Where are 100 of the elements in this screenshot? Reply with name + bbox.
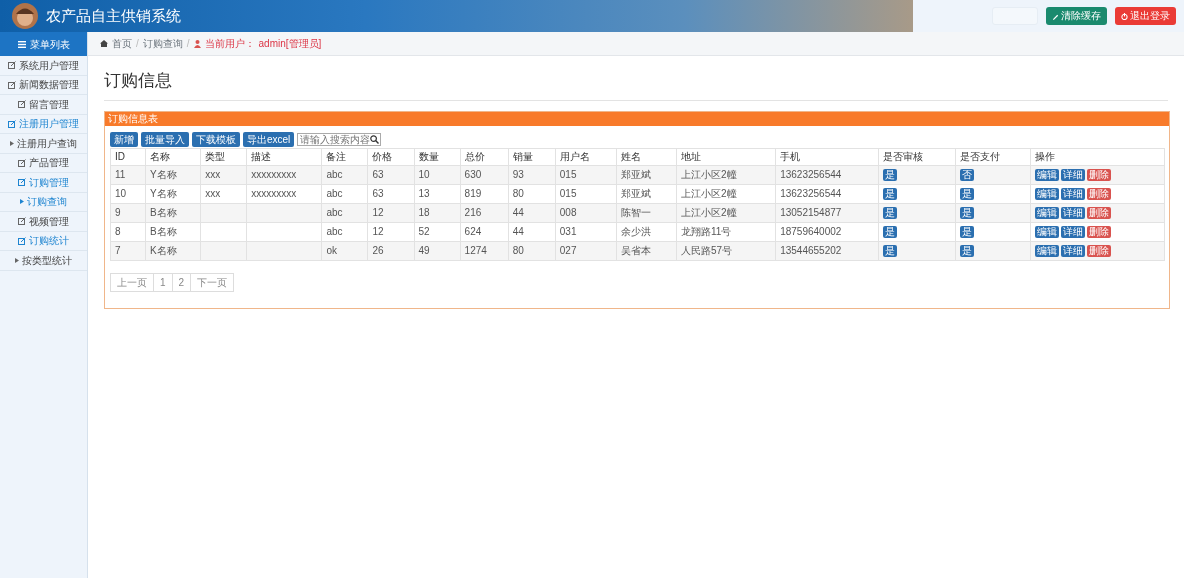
status-button[interactable]: 是	[883, 245, 898, 257]
sidebar-item[interactable]: 注册用户管理	[0, 114, 87, 134]
table-cell: 027	[559, 245, 577, 256]
edit-icon	[18, 100, 26, 109]
column-header: 是否支付	[955, 148, 1031, 165]
column-header: 价格	[367, 148, 415, 165]
detail-button[interactable]: 详细	[1060, 169, 1085, 181]
clear-cache-button[interactable]: 清除缓存	[1046, 7, 1107, 25]
power-icon	[1121, 12, 1128, 20]
search-field[interactable]: 请输入搜索内容	[297, 132, 382, 146]
table-cell: xxxxxxxxx	[251, 169, 297, 180]
table-cell: 郑亚斌	[620, 188, 651, 199]
sidebar-item[interactable]: 注册用户查询	[0, 134, 87, 154]
column-header: 备注	[321, 148, 368, 165]
home-icon	[100, 40, 108, 47]
detail-button[interactable]: 详细	[1060, 207, 1085, 219]
status-button[interactable]: 是	[959, 226, 974, 238]
column-header: 销量	[508, 148, 556, 165]
table-cell: 12	[372, 207, 384, 218]
sidebar-item[interactable]: 新闻数据管理	[0, 75, 87, 95]
table-cell: abc	[326, 207, 343, 218]
breadcrumb-link[interactable]: 首页	[112, 36, 132, 51]
table-cell: 上江小区2幢	[681, 207, 737, 218]
status-button[interactable]: 是	[959, 245, 974, 257]
edit-icon	[8, 80, 16, 89]
column-header: 姓名	[616, 148, 677, 165]
table-cell: 10	[115, 188, 127, 199]
sidebar-item[interactable]: 留言管理	[0, 95, 87, 115]
column-header: 是否审核	[878, 148, 955, 165]
table-cell: 上江小区2幢	[681, 188, 737, 199]
sidebar-item[interactable]: 视频管理	[0, 212, 87, 232]
toolbar-button[interactable]: 新增	[110, 131, 138, 147]
menu-title: 菜单列表	[29, 37, 70, 52]
table-cell: 015	[559, 169, 577, 180]
edit-button[interactable]: 编辑	[1034, 169, 1059, 181]
pagination-link[interactable]: 上一页	[110, 272, 154, 292]
edit-button[interactable]: 编辑	[1034, 245, 1059, 257]
sidebar-item[interactable]: 按类型统计	[0, 251, 87, 271]
panel-title: 订购信息表	[105, 111, 1169, 126]
column-header: 数量	[414, 148, 461, 165]
column-header: 地址	[676, 148, 776, 165]
status-button[interactable]: 是	[883, 169, 898, 181]
app-title: 农产品自主供销系统	[46, 5, 181, 26]
table-cell: 上江小区2幢	[681, 169, 737, 180]
table-cell: 13	[418, 188, 430, 199]
pagination-link[interactable]: 下一页	[190, 272, 235, 292]
table-cell: abc	[326, 169, 343, 180]
edit-icon	[8, 119, 16, 128]
edit-icon	[8, 61, 16, 70]
table-cell: abc	[326, 226, 343, 237]
user-icon	[193, 39, 201, 48]
table-cell: 216	[464, 207, 482, 218]
delete-button[interactable]: 删除	[1086, 226, 1111, 238]
edit-icon	[18, 178, 26, 187]
column-header: 名称	[145, 148, 201, 165]
column-header: ID	[110, 148, 146, 165]
caret-icon	[20, 199, 24, 205]
table-cell: 陈智一	[620, 207, 651, 218]
edit-button[interactable]: 编辑	[1034, 207, 1059, 219]
page-title: 订购信息	[104, 68, 1168, 101]
sidebar-item[interactable]: 订购统计	[0, 231, 87, 251]
edit-button[interactable]: 编辑	[1034, 188, 1059, 200]
table-cell: 7	[115, 245, 121, 256]
table-cell: 11	[115, 169, 126, 180]
table-cell: 819	[464, 188, 482, 199]
current-user: admin[管理员]	[258, 37, 322, 51]
column-header: 类型	[200, 148, 247, 165]
toolbar-button[interactable]: 批量导入	[141, 131, 189, 147]
detail-button[interactable]: 详细	[1060, 226, 1085, 238]
pagination-link[interactable]: 1	[153, 272, 173, 292]
current-user-label: 当前用户：	[204, 37, 255, 51]
status-button[interactable]: 否	[959, 169, 974, 181]
sidebar-item[interactable]: 订购查询	[0, 192, 87, 212]
delete-button[interactable]: 删除	[1086, 245, 1111, 257]
toolbar-button[interactable]: 下载模板	[192, 131, 240, 147]
logout-button[interactable]: 退出登录	[1115, 7, 1176, 25]
table-cell: 630	[464, 169, 482, 180]
status-button[interactable]: 是	[959, 188, 974, 200]
sidebar-item[interactable]: 系统用户管理	[0, 56, 87, 76]
delete-button[interactable]: 删除	[1086, 207, 1111, 219]
status-button[interactable]: 是	[883, 226, 898, 238]
delete-button[interactable]: 删除	[1086, 169, 1111, 181]
edit-button[interactable]: 编辑	[1034, 226, 1059, 238]
pagination-link[interactable]: 2	[171, 272, 192, 292]
delete-button[interactable]: 删除	[1086, 188, 1111, 200]
status-button[interactable]: 是	[883, 188, 898, 200]
table-cell: 63	[372, 169, 384, 180]
table-cell: K名称	[150, 245, 177, 256]
sidebar-item[interactable]: 订购管理	[0, 173, 87, 193]
avatar-icon	[12, 3, 38, 29]
table-cell: 44	[512, 226, 524, 237]
status-button[interactable]: 是	[959, 207, 974, 219]
table-cell: ok	[326, 245, 337, 256]
detail-button[interactable]: 详细	[1060, 188, 1085, 200]
status-button[interactable]: 是	[883, 207, 898, 219]
detail-button[interactable]: 详细	[1060, 245, 1085, 257]
breadcrumb-link[interactable]: 订购查询	[142, 36, 183, 51]
toolbar-button[interactable]: 导出excel	[243, 131, 295, 147]
menu-icon	[17, 40, 26, 48]
sidebar-item[interactable]: 产品管理	[0, 153, 87, 173]
